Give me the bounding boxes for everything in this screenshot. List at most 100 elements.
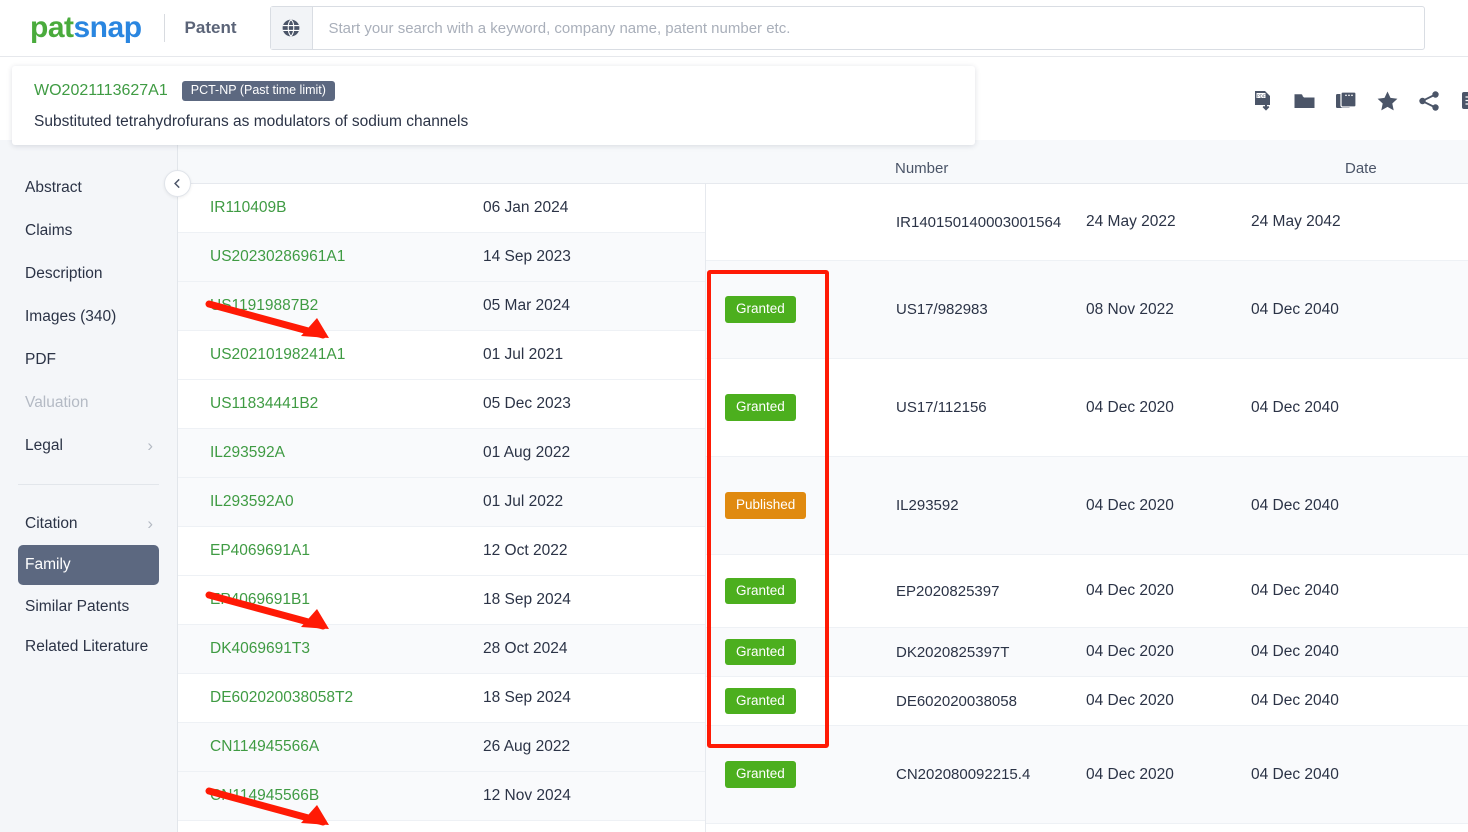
sidebar-item-valuation: Valuation <box>0 381 177 424</box>
publication-number-cell[interactable]: US11834441B2 <box>178 395 483 413</box>
publication-date-cell: 12 Oct 2022 <box>483 542 568 559</box>
sidebar-item-label: Similar Patents <box>25 597 130 615</box>
publication-date-cell: 06 Jan 2024 <box>483 199 569 216</box>
publication-row[interactable]: US20210198241A1 01 Jul 2021 <box>178 331 705 380</box>
publication-row[interactable]: IL293592A0 01 Jul 2022 <box>178 478 705 527</box>
expiration-date-cell: 04 Dec 2040 <box>1251 582 1339 599</box>
sidebar-item-claims[interactable]: Claims <box>0 209 177 252</box>
globe-icon[interactable] <box>270 7 313 49</box>
legal-status-cell: Granted <box>706 761 896 788</box>
application-number-cell: CN202080092215.4 <box>896 766 1031 783</box>
application-number-cell: IR140150140003001564 <box>896 213 1062 231</box>
sidebar-item-label: Related Literature <box>25 638 149 655</box>
folder-icon[interactable] <box>1293 90 1316 112</box>
patsnap-family-page: patsnap Patent WO2021113627A1 PCT-NP (Pa… <box>0 0 1468 832</box>
publication-number-cell[interactable]: DK4069691T3 <box>178 640 483 658</box>
publication-columns: IR110409B 06 Jan 2024 US20230286961A1 14 Se… <box>178 184 706 832</box>
publication-row[interactable]: CN114945566A 26 Aug 2022 <box>178 723 705 772</box>
publication-number-cell[interactable]: EP4069691A1 <box>178 542 483 560</box>
sidebar-item-label: Citation <box>25 514 78 532</box>
application-date-cell: 04 Dec 2020 <box>1086 496 1174 514</box>
publication-row[interactable]: IR110409B 06 Jan 2024 <box>178 184 705 233</box>
publication-number-cell[interactable]: US20210198241A1 <box>178 346 483 364</box>
status-badge: Granted <box>725 577 796 605</box>
detail-publication-number[interactable]: WO2021113627A1 <box>34 82 168 100</box>
legal-status-cell: Granted <box>706 577 896 605</box>
publication-row[interactable]: EP4069691B1 18 Sep 2024 <box>178 576 705 625</box>
publication-date-cell: 01 Jul 2022 <box>483 493 564 510</box>
application-date-cell: 08 Nov 2022 <box>1086 300 1174 318</box>
left-sidebar: Abstract Claims Description Images (340)… <box>0 140 178 832</box>
legal-status-cell: Published <box>706 492 896 519</box>
publication-row[interactable]: US11834441B2 05 Dec 2023 <box>178 380 705 429</box>
legal-status-cell: Granted <box>706 296 896 323</box>
application-columns: IR140150140003001564 24 May 2022 24 May 20… <box>706 184 1468 832</box>
legal-status-cell: Granted <box>706 394 896 421</box>
publication-number-cell[interactable]: DE602020038058T2 <box>178 689 483 707</box>
application-row[interactable]: Granted US17/982983 08 Nov 2022 04 Dec 2040 <box>706 261 1468 359</box>
publication-row[interactable]: DE602020038058T2 18 Sep 2024 <box>178 674 705 723</box>
application-row[interactable]: Granted CN202080092215.4 04 Dec 2020 04 Dec… <box>706 726 1468 824</box>
application-row[interactable]: Granted EP2020825397 04 Dec 2020 04 Dec 204… <box>706 555 1468 628</box>
search-input[interactable] <box>312 7 1424 49</box>
publication-number-cell[interactable]: US11919887B2 <box>178 297 483 315</box>
publication-row[interactable]: CN114945566B 12 Nov 2024 <box>178 772 705 821</box>
application-number-cell: EP2020825397 <box>896 582 1000 600</box>
sidebar-item-description[interactable]: Description <box>0 252 177 295</box>
publication-number-cell[interactable]: IL293592A0 <box>178 493 483 511</box>
star-icon[interactable] <box>1376 90 1399 112</box>
publication-number-cell[interactable]: IR110409B <box>178 199 483 217</box>
logo-divider <box>163 14 165 42</box>
note-icon[interactable] <box>1460 90 1468 112</box>
publication-date-cell: 01 Jul 2021 <box>483 346 564 363</box>
application-date-cell: 04 Dec 2020 <box>1086 692 1174 709</box>
sidebar-item-similar-patents[interactable]: Similar Patents <box>0 585 177 628</box>
chevron-right-icon: › <box>147 435 153 455</box>
publication-number-cell[interactable]: US20230286961A1 <box>178 248 483 266</box>
sidebar-collapse-button[interactable] <box>164 170 191 197</box>
application-row[interactable]: IR140150140003001564 24 May 2022 24 May 20… <box>706 184 1468 261</box>
publication-row[interactable]: DK4069691T3 28 Oct 2024 <box>178 625 705 674</box>
chevron-left-icon <box>174 178 180 189</box>
application-row[interactable]: Granted US17/112156 04 Dec 2020 04 Dec 2040 <box>706 359 1468 457</box>
table-body: IR110409B 06 Jan 2024 US20230286961A1 14 Se… <box>178 184 1468 832</box>
status-badge: Granted <box>725 394 796 421</box>
application-number-cell: US17/112156 <box>896 399 987 416</box>
copy-window-icon[interactable] <box>1335 90 1357 112</box>
publication-row[interactable]: US11919887B2 05 Mar 2024 <box>178 282 705 331</box>
sidebar-item-related-literature[interactable]: Related Literature <box>0 628 177 662</box>
publication-number-cell[interactable]: IL293592A <box>178 444 483 462</box>
publication-row[interactable]: EP4069691A1 12 Oct 2022 <box>178 527 705 576</box>
legal-status-cell: Granted <box>706 687 896 715</box>
publication-number-cell[interactable]: EP4069691B1 <box>178 591 483 609</box>
search-bar[interactable] <box>269 6 1425 50</box>
publication-row[interactable]: IL293592A 01 Aug 2022 <box>178 429 705 478</box>
sidebar-item-label: Legal <box>25 436 63 454</box>
sidebar-item-images[interactable]: Images (340) <box>0 295 177 338</box>
sidebar-item-legal[interactable]: Legal › <box>0 424 177 467</box>
expiration-date-cell: 04 Dec 2040 <box>1251 398 1339 416</box>
sidebar-item-family[interactable]: Family <box>18 545 159 585</box>
sidebar-item-label: Images (340) <box>25 307 117 325</box>
th-expiration-date: Date <box>1345 160 1377 177</box>
sidebar-item-pdf[interactable]: PDF <box>0 338 177 381</box>
share-icon[interactable] <box>1418 90 1441 112</box>
detail-card-line1: WO2021113627A1 PCT-NP (Past time limit) <box>34 80 975 102</box>
application-row[interactable]: Published IL293592 04 Dec 2020 04 Dec 2040 <box>706 457 1468 555</box>
application-row[interactable]: Granted DE602020038058 04 Dec 2020 04 Dec 2… <box>706 677 1468 726</box>
chevron-right-icon: › <box>147 513 153 533</box>
application-number-cell: DE602020038058 <box>896 692 1017 710</box>
publication-number-cell[interactable]: CN114945566B <box>178 787 483 805</box>
publication-number-cell[interactable]: CN114945566A <box>178 738 483 756</box>
sidebar-item-label: Family <box>25 556 71 573</box>
sidebar-item-citation[interactable]: Citation › <box>0 502 177 545</box>
application-row[interactable]: Granted DK2020825397T 04 Dec 2020 04 Dec 20… <box>706 628 1468 677</box>
publication-row[interactable]: US20230286961A1 14 Sep 2023 <box>178 233 705 282</box>
publication-date-cell: 18 Sep 2024 <box>483 689 571 706</box>
application-number-cell: IL293592 <box>896 497 959 514</box>
publication-date-cell: 05 Dec 2023 <box>483 395 571 412</box>
publication-date-cell: 26 Aug 2022 <box>483 738 571 755</box>
patsnap-logo[interactable]: patsnap <box>30 11 142 45</box>
pdf-download-icon[interactable]: PDF <box>1252 90 1274 112</box>
sidebar-item-abstract[interactable]: Abstract <box>0 166 177 209</box>
